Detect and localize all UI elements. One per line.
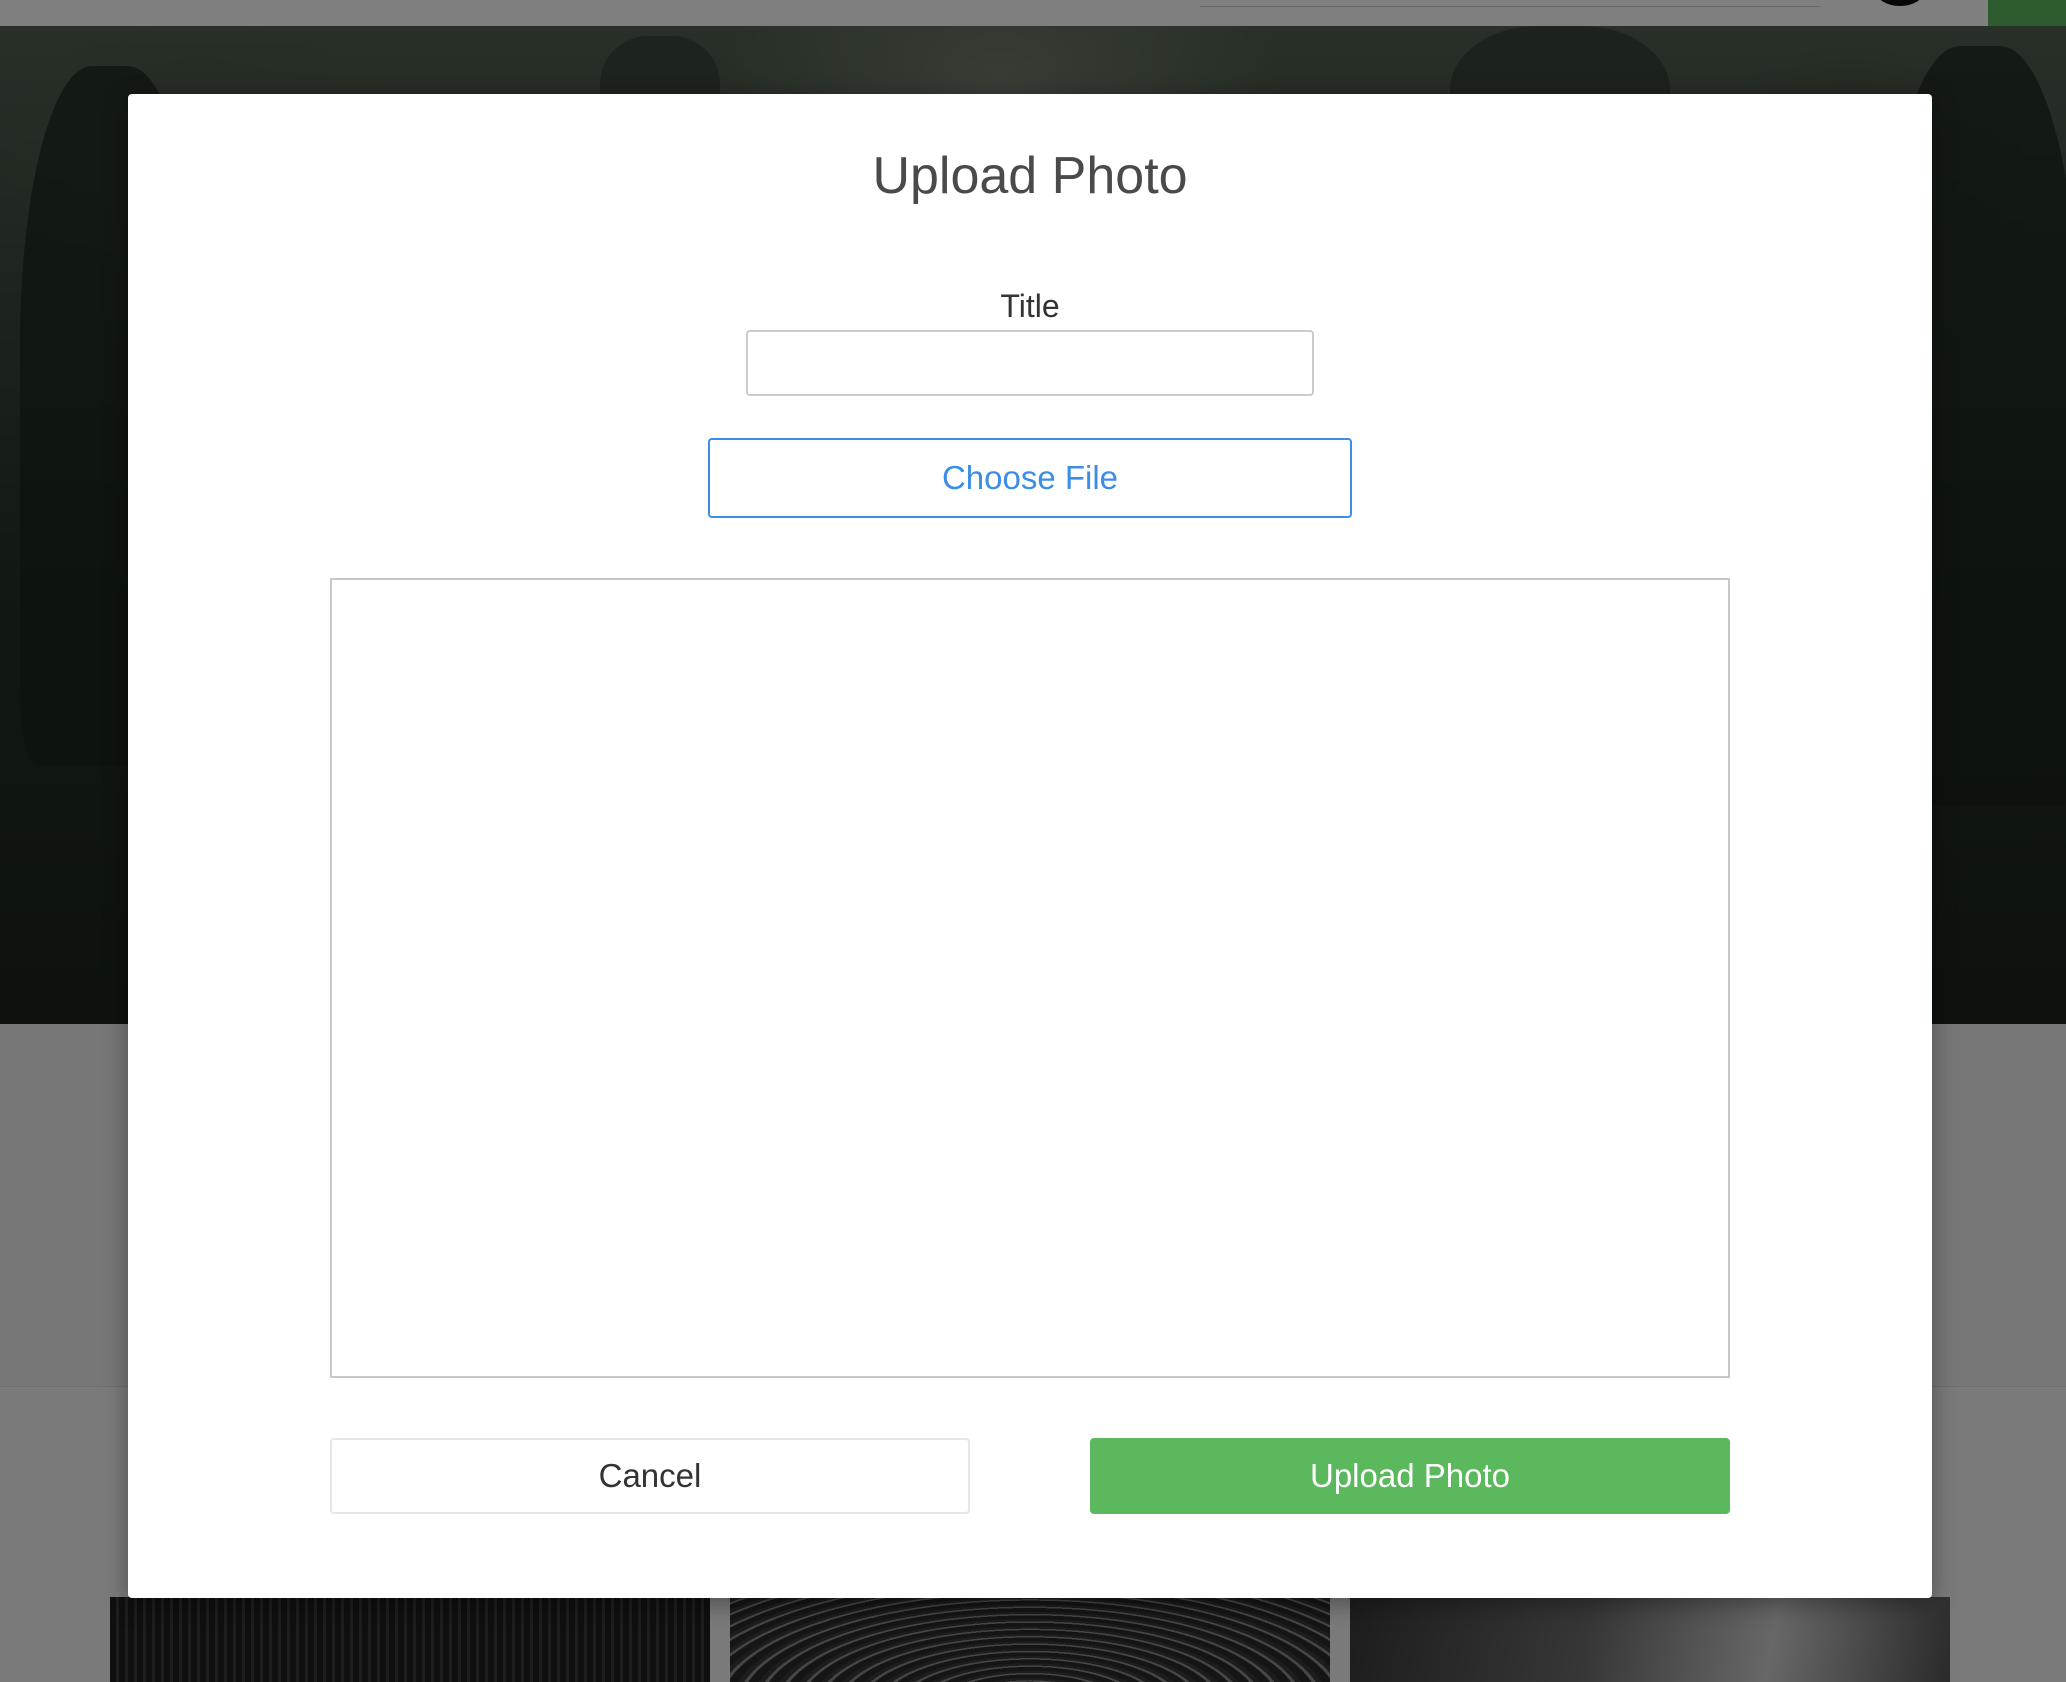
- title-field-label: Title: [1000, 288, 1060, 324]
- title-input[interactable]: [746, 330, 1314, 396]
- app-page: Upload Photo Title Choose File Cancel Up…: [0, 0, 2066, 1682]
- cancel-button[interactable]: Cancel: [330, 1438, 970, 1514]
- choose-file-button[interactable]: Choose File: [708, 438, 1352, 518]
- upload-photo-button[interactable]: Upload Photo: [1090, 1438, 1730, 1514]
- image-preview-area: [330, 578, 1730, 1378]
- modal-title: Upload Photo: [872, 147, 1188, 205]
- upload-photo-modal: Upload Photo Title Choose File Cancel Up…: [128, 94, 1932, 1598]
